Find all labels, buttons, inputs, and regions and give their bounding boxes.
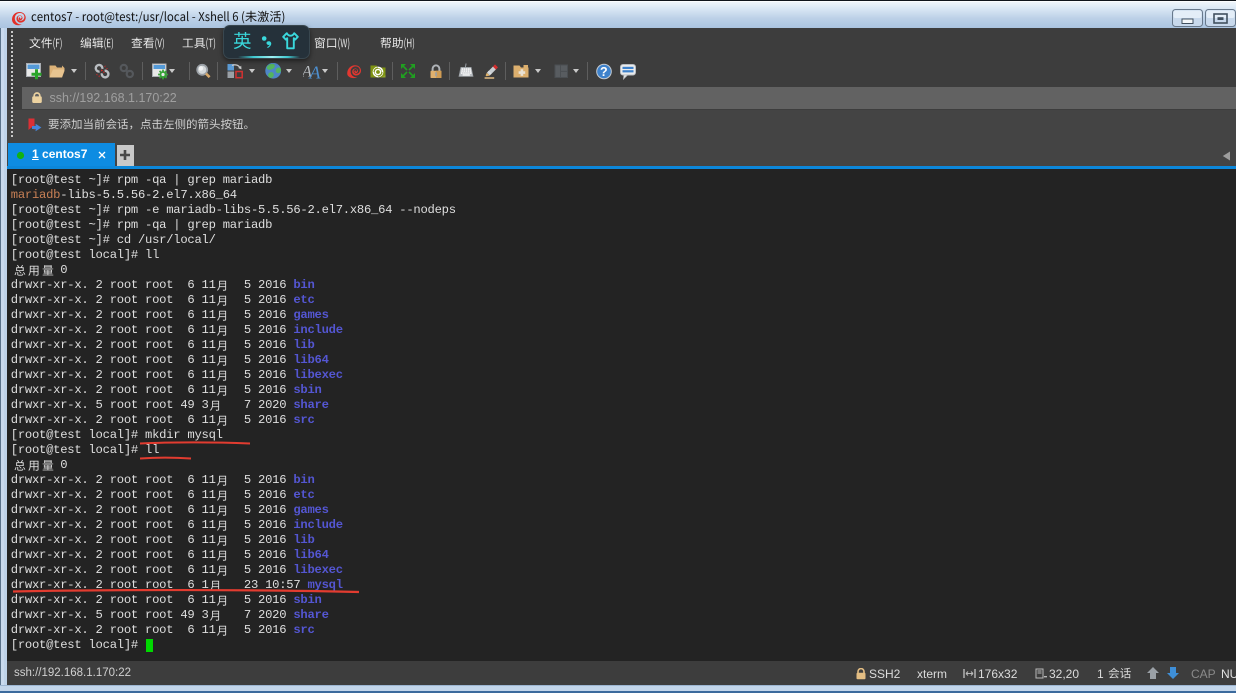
svg-text:A: A <box>309 63 322 80</box>
svg-text:?: ? <box>600 65 608 79</box>
